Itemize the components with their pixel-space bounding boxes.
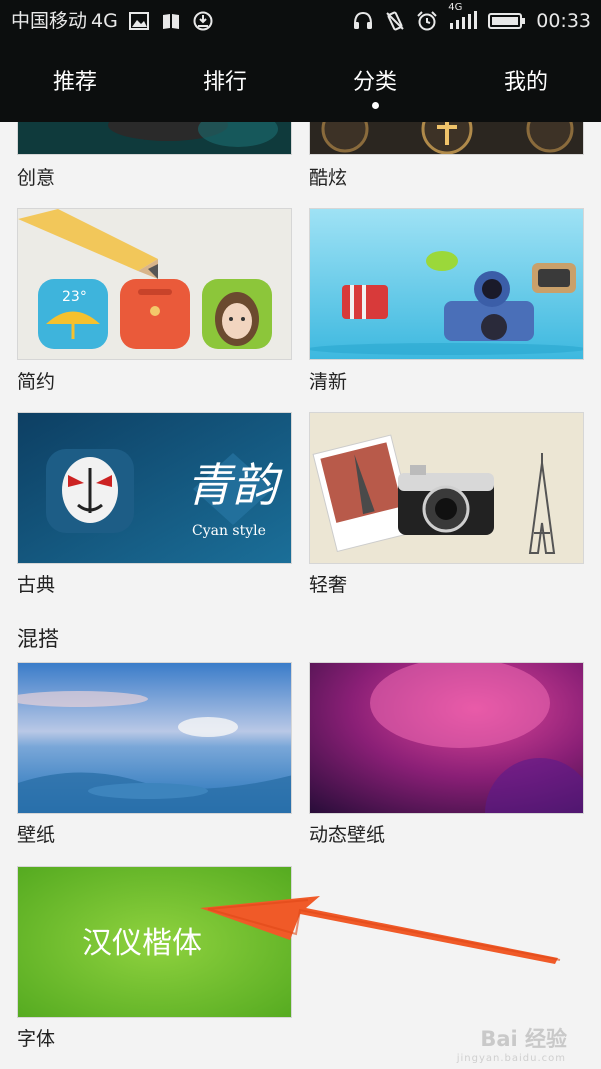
carrier-name: 中国移动 [11,10,88,32]
font-sample-text: 汉仪楷体 [82,926,202,961]
creative-thumbnail [18,122,291,154]
watermark-url: jingyan.baidu.com [456,1053,566,1064]
classical-thumbnail: 青韵 Cyan style [18,413,291,563]
tab-label: 分类 [352,70,397,95]
active-tab-indicator [372,102,379,109]
headphones-icon [354,11,373,29]
category-tile-simple[interactable]: 23° [17,208,292,360]
font-thumbnail: 汉仪楷体 [18,867,291,1017]
network-type: 4G [91,10,118,32]
live-wallpaper-thumbnail [310,663,583,813]
category-tile-cool[interactable] [309,122,584,155]
category-label: 简约 [17,371,56,393]
category-tile-fresh[interactable] [309,208,584,360]
category-content[interactable]: 创意 酷炫 23° 简约 清新 青韵 Cyan style 古典 轻奢 混搭 壁… [0,122,601,1069]
simple-thumbnail: 23° [18,209,291,359]
status-bar: 中国移动 4G 4G 00:33 [0,0,601,44]
section-title-mixed: 混搭 [17,627,59,651]
shield-icon [193,11,213,31]
category-label: 古典 [17,574,56,596]
status-left: 中国移动 4G [11,8,214,34]
book-icon [162,14,179,29]
category-tile-classical[interactable]: 青韵 Cyan style [17,412,292,564]
baidu-watermark: Bai 经验 [480,1027,567,1051]
picture-icon [128,12,149,30]
category-label: 酷炫 [309,167,348,189]
wallpaper-thumbnail [18,663,291,813]
category-tile-font[interactable]: 汉仪楷体 [17,866,292,1018]
tab-label: 推荐 [52,70,97,95]
category-label: 轻奢 [309,574,348,596]
light-luxury-thumbnail [310,413,583,563]
category-label: 创意 [17,167,56,189]
category-tile-live-wallpaper[interactable] [309,662,584,814]
category-label: 清新 [309,371,348,393]
signal-icon [450,11,478,29]
tab-label: 排行 [202,70,247,95]
tab-ranking[interactable]: 排行 [150,44,300,122]
category-tile-light-luxury[interactable] [309,412,584,564]
cyan-style-caption: Cyan style [192,523,266,539]
alarm-icon [417,11,437,31]
tab-mine[interactable]: 我的 [451,44,601,122]
clock: 00:33 [536,10,591,32]
vibrate-icon [386,11,404,31]
category-tile-creative[interactable] [17,122,292,155]
cool-thumbnail [310,122,583,154]
category-label: 字体 [17,1028,56,1050]
fresh-thumbnail [310,209,583,359]
tab-label: 我的 [503,70,548,95]
signal-group: 4G [448,2,478,32]
qingyun-title: 青韵 [186,458,283,512]
tab-recommend[interactable]: 推荐 [0,44,150,122]
category-label: 动态壁纸 [309,824,386,846]
category-label: 壁纸 [17,824,56,846]
tab-categories[interactable]: 分类 [300,44,450,122]
status-right: 4G 00:33 [352,2,591,34]
category-tile-wallpaper[interactable] [17,662,292,814]
weather-temperature: 23° [62,289,87,305]
top-tab-bar: 推荐 排行 分类 我的 [0,44,601,122]
battery-icon [488,13,526,29]
